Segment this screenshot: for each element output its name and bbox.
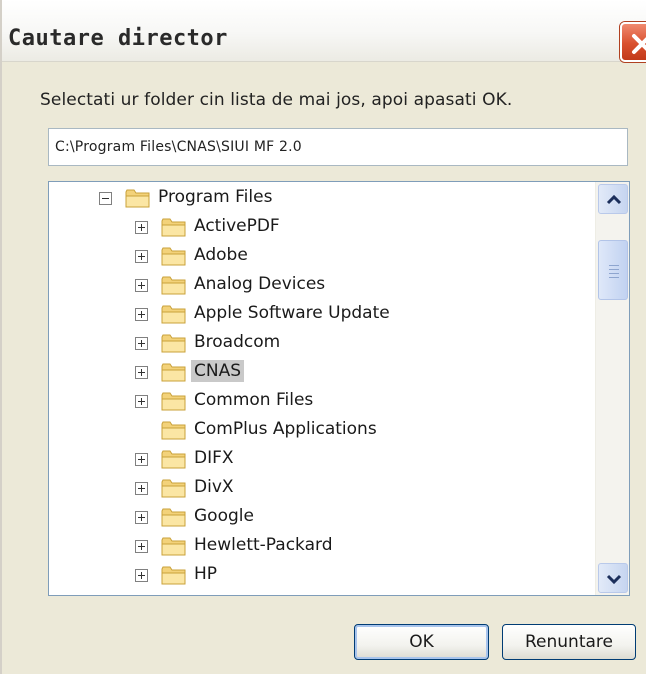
cancel-button[interactable]: Renuntare <box>502 624 636 660</box>
grip-line <box>609 273 619 274</box>
scroll-thumb[interactable] <box>598 240 628 300</box>
folder-icon <box>161 303 187 325</box>
expand-icon[interactable] <box>135 569 148 582</box>
tree-item[interactable]: DIFX <box>49 445 594 474</box>
tree-item-label: Apple Software Update <box>194 303 390 323</box>
tree-item[interactable]: Broadcom <box>49 329 594 358</box>
tree-item[interactable]: Hewlett-Packard <box>49 532 594 561</box>
grip-line <box>609 277 619 278</box>
folder-icon <box>161 477 187 499</box>
tree-item-label: Hewlett-Packard <box>194 535 333 555</box>
grip-line <box>609 269 619 270</box>
expand-icon[interactable] <box>135 221 148 234</box>
folder-path-field[interactable]: C:\Program Files\CNAS\SIUI MF 2.0 <box>48 128 628 166</box>
title-bar[interactable]: Cautare director <box>2 0 646 62</box>
tree-item-label: Program Files <box>158 187 273 207</box>
tree-item-label: DIFX <box>194 448 234 468</box>
tree-item[interactable]: Google <box>49 503 594 532</box>
tree-item[interactable]: Program Files <box>49 184 594 213</box>
folder-icon <box>161 419 187 441</box>
tree-item-label: ActivePDF <box>194 216 280 236</box>
expand-icon[interactable] <box>135 453 148 466</box>
tree-item-label: CNAS <box>191 360 245 382</box>
tree-item[interactable]: Analog Devices <box>49 271 594 300</box>
close-icon <box>632 34 646 54</box>
instruction-text: Selectati ur folder cin lista de mai jos… <box>40 90 513 110</box>
chevron-up-icon <box>606 194 622 205</box>
tree-item-label: Analog Devices <box>194 274 326 294</box>
ok-button[interactable]: OK <box>354 624 489 660</box>
folder-icon <box>161 390 187 412</box>
tree-item[interactable]: DivX <box>49 474 594 503</box>
tree-item[interactable]: ActivePDF <box>49 213 594 242</box>
expand-icon[interactable] <box>135 540 148 553</box>
expand-icon[interactable] <box>135 279 148 292</box>
folder-icon <box>161 448 187 470</box>
tree-item[interactable]: Common Files <box>49 387 594 416</box>
chevron-down-icon <box>606 574 622 585</box>
expand-icon[interactable] <box>135 395 148 408</box>
grip-line <box>609 265 619 266</box>
vertical-scrollbar[interactable] <box>595 182 629 595</box>
tree-item-label: Google <box>194 506 254 526</box>
folder-icon <box>161 361 187 383</box>
expand-icon[interactable] <box>135 250 148 263</box>
tree-item[interactable]: CNAS <box>49 358 594 387</box>
folder-icon <box>161 274 187 296</box>
folder-icon <box>161 535 187 557</box>
expand-icon[interactable] <box>135 366 148 379</box>
tree-item[interactable]: HP <box>49 561 594 590</box>
expand-icon[interactable] <box>135 337 148 350</box>
folder-icon <box>161 245 187 267</box>
folder-icon <box>161 216 187 238</box>
tree-item-label: ComPlus Applications <box>194 419 377 439</box>
folder-tree[interactable]: Program Files ActivePDF Adobe Analog Device… <box>48 181 630 596</box>
folder-tree-items: Program Files ActivePDF Adobe Analog Device… <box>49 182 594 595</box>
tree-item-label: Common Files <box>194 390 314 410</box>
collapse-icon[interactable] <box>99 192 112 205</box>
folder-icon <box>125 187 151 209</box>
folder-icon <box>161 332 187 354</box>
dialog-title: Cautare director <box>8 26 228 51</box>
tree-item-label: Broadcom <box>194 332 281 352</box>
scroll-down-button[interactable] <box>598 563 628 593</box>
folder-icon <box>161 506 187 528</box>
tree-item[interactable]: Apple Software Update <box>49 300 594 329</box>
tree-item-label: HP <box>194 564 218 584</box>
tree-item-label: DivX <box>194 477 234 497</box>
expand-icon[interactable] <box>135 511 148 524</box>
tree-item[interactable]: Adobe <box>49 242 594 271</box>
scroll-up-button[interactable] <box>598 184 628 214</box>
browse-folder-dialog: Cautare director Selectati ur folder cin… <box>0 0 646 674</box>
tree-item-label: Adobe <box>194 245 248 265</box>
expand-icon[interactable] <box>135 482 148 495</box>
expand-icon[interactable] <box>135 308 148 321</box>
tree-item[interactable]: ComPlus Applications <box>49 416 594 445</box>
close-button[interactable] <box>620 22 646 62</box>
folder-icon <box>161 564 187 586</box>
